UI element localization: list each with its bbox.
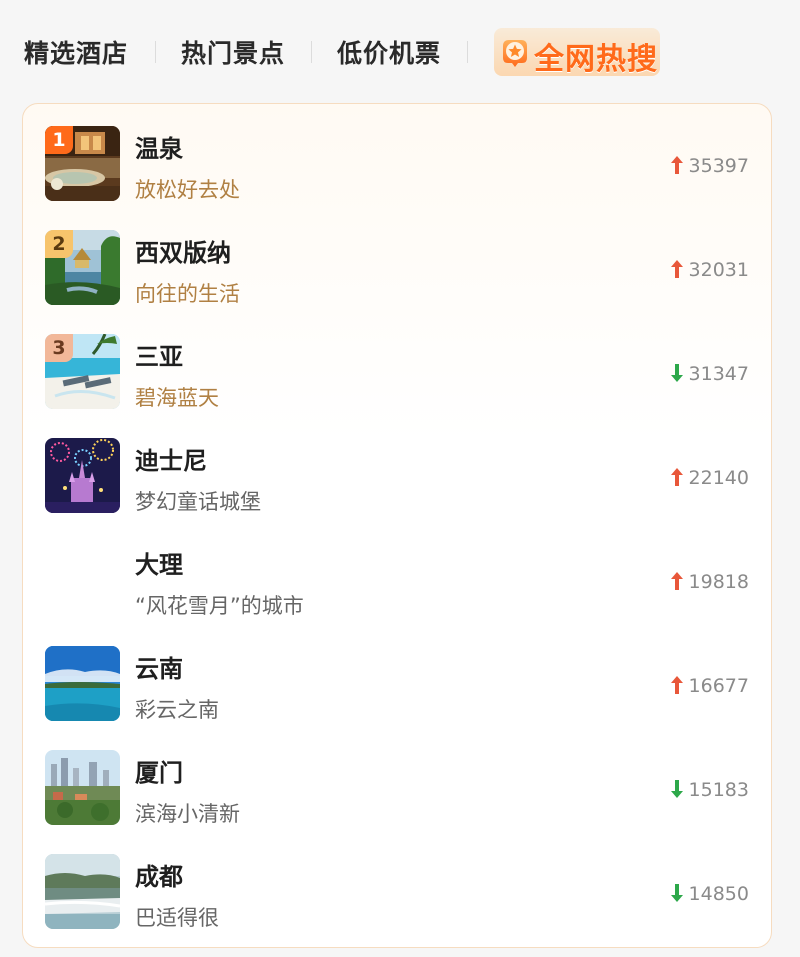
destination-name: 西双版纳: [135, 239, 231, 267]
destination-name: 厦门: [135, 759, 183, 787]
hot-spring-photo: 1: [45, 126, 120, 201]
search-score: 35397: [670, 155, 749, 177]
search-score: 14850: [670, 883, 749, 905]
list-item[interactable]: 迪士尼 梦幻童话城堡 22140: [23, 416, 773, 520]
list-item[interactable]: 2 西双版纳 向往的生活 32031: [23, 208, 773, 312]
score-value: 22140: [688, 467, 749, 489]
destination-name: 成都: [135, 863, 183, 891]
trend-up-icon: [670, 468, 683, 486]
yunnan-lake-photo: [45, 646, 120, 721]
search-score: 22140: [670, 467, 749, 489]
list-item[interactable]: 1 温泉 放松好去处 35397: [23, 104, 773, 208]
score-value: 35397: [688, 155, 749, 177]
sanya-beach-photo: 3: [45, 334, 120, 409]
tab-divider: [155, 41, 156, 63]
destination-name: 大理: [135, 551, 183, 579]
tab-divider: [467, 41, 468, 63]
list-item[interactable]: 厦门 滨海小清新 15183: [23, 728, 773, 832]
crown-star-icon: [500, 36, 530, 68]
search-score: 31347: [670, 363, 749, 385]
chengdu-photo: [45, 854, 120, 929]
trend-up-icon: [670, 676, 683, 694]
score-value: 19818: [688, 571, 749, 593]
tab-hot-search-label: 全网热搜: [534, 42, 658, 77]
xishuangbanna-photo: 2: [45, 230, 120, 305]
trend-up-icon: [670, 156, 683, 174]
tab-hotels[interactable]: 精选酒店: [24, 34, 128, 70]
tab-flights[interactable]: 低价机票: [337, 34, 441, 70]
list-item[interactable]: 成都 巴适得很 14850: [23, 832, 773, 936]
rank-badge: 1: [45, 126, 73, 154]
score-value: 16677: [688, 675, 749, 697]
tab-divider: [311, 41, 312, 63]
search-score: 16677: [670, 675, 749, 697]
rank-badge: 3: [45, 334, 73, 362]
destination-tagline: 放松好去处: [135, 178, 240, 202]
trend-up-icon: [670, 260, 683, 278]
destination-tagline: 向往的生活: [135, 282, 240, 306]
destination-tagline: 碧海蓝天: [135, 386, 219, 410]
search-score: 32031: [670, 259, 749, 281]
disney-castle-photo: [45, 438, 120, 513]
destination-tagline: “风花雪月”的城市: [135, 594, 304, 618]
score-value: 15183: [688, 779, 749, 801]
score-value: 32031: [688, 259, 749, 281]
search-score: 19818: [670, 571, 749, 593]
trend-down-icon: [670, 884, 683, 902]
trend-down-icon: [670, 780, 683, 798]
search-score: 15183: [670, 779, 749, 801]
score-value: 31347: [688, 363, 749, 385]
destination-tagline: 梦幻童话城堡: [135, 490, 261, 514]
score-value: 14850: [688, 883, 749, 905]
destination-name: 云南: [135, 655, 183, 683]
destination-name: 迪士尼: [135, 447, 207, 475]
destination-tagline: 滨海小清新: [135, 802, 240, 826]
destination-name: 三亚: [135, 343, 183, 371]
hot-search-list: 1 温泉 放松好去处 35397 2 西双版纳 向往的生活 32031 3 三亚…: [22, 103, 772, 948]
list-item[interactable]: 3 三亚 碧海蓝天 31347: [23, 312, 773, 416]
tab-hot-search[interactable]: 全网热搜: [494, 28, 660, 77]
destination-tagline: 彩云之南: [135, 698, 219, 722]
trend-up-icon: [670, 572, 683, 590]
tab-attractions[interactable]: 热门景点: [181, 34, 285, 70]
rank-badge: 2: [45, 230, 73, 258]
trend-down-icon: [670, 364, 683, 382]
list-item[interactable]: 云南 彩云之南 16677: [23, 624, 773, 728]
xiamen-city-photo: [45, 750, 120, 825]
category-tabs: 精选酒店 热门景点 低价机票 全网热搜: [0, 0, 800, 100]
destination-name: 温泉: [135, 135, 183, 163]
list-item[interactable]: 大理 “风花雪月”的城市 19818: [23, 520, 773, 624]
destination-tagline: 巴适得很: [135, 906, 219, 930]
